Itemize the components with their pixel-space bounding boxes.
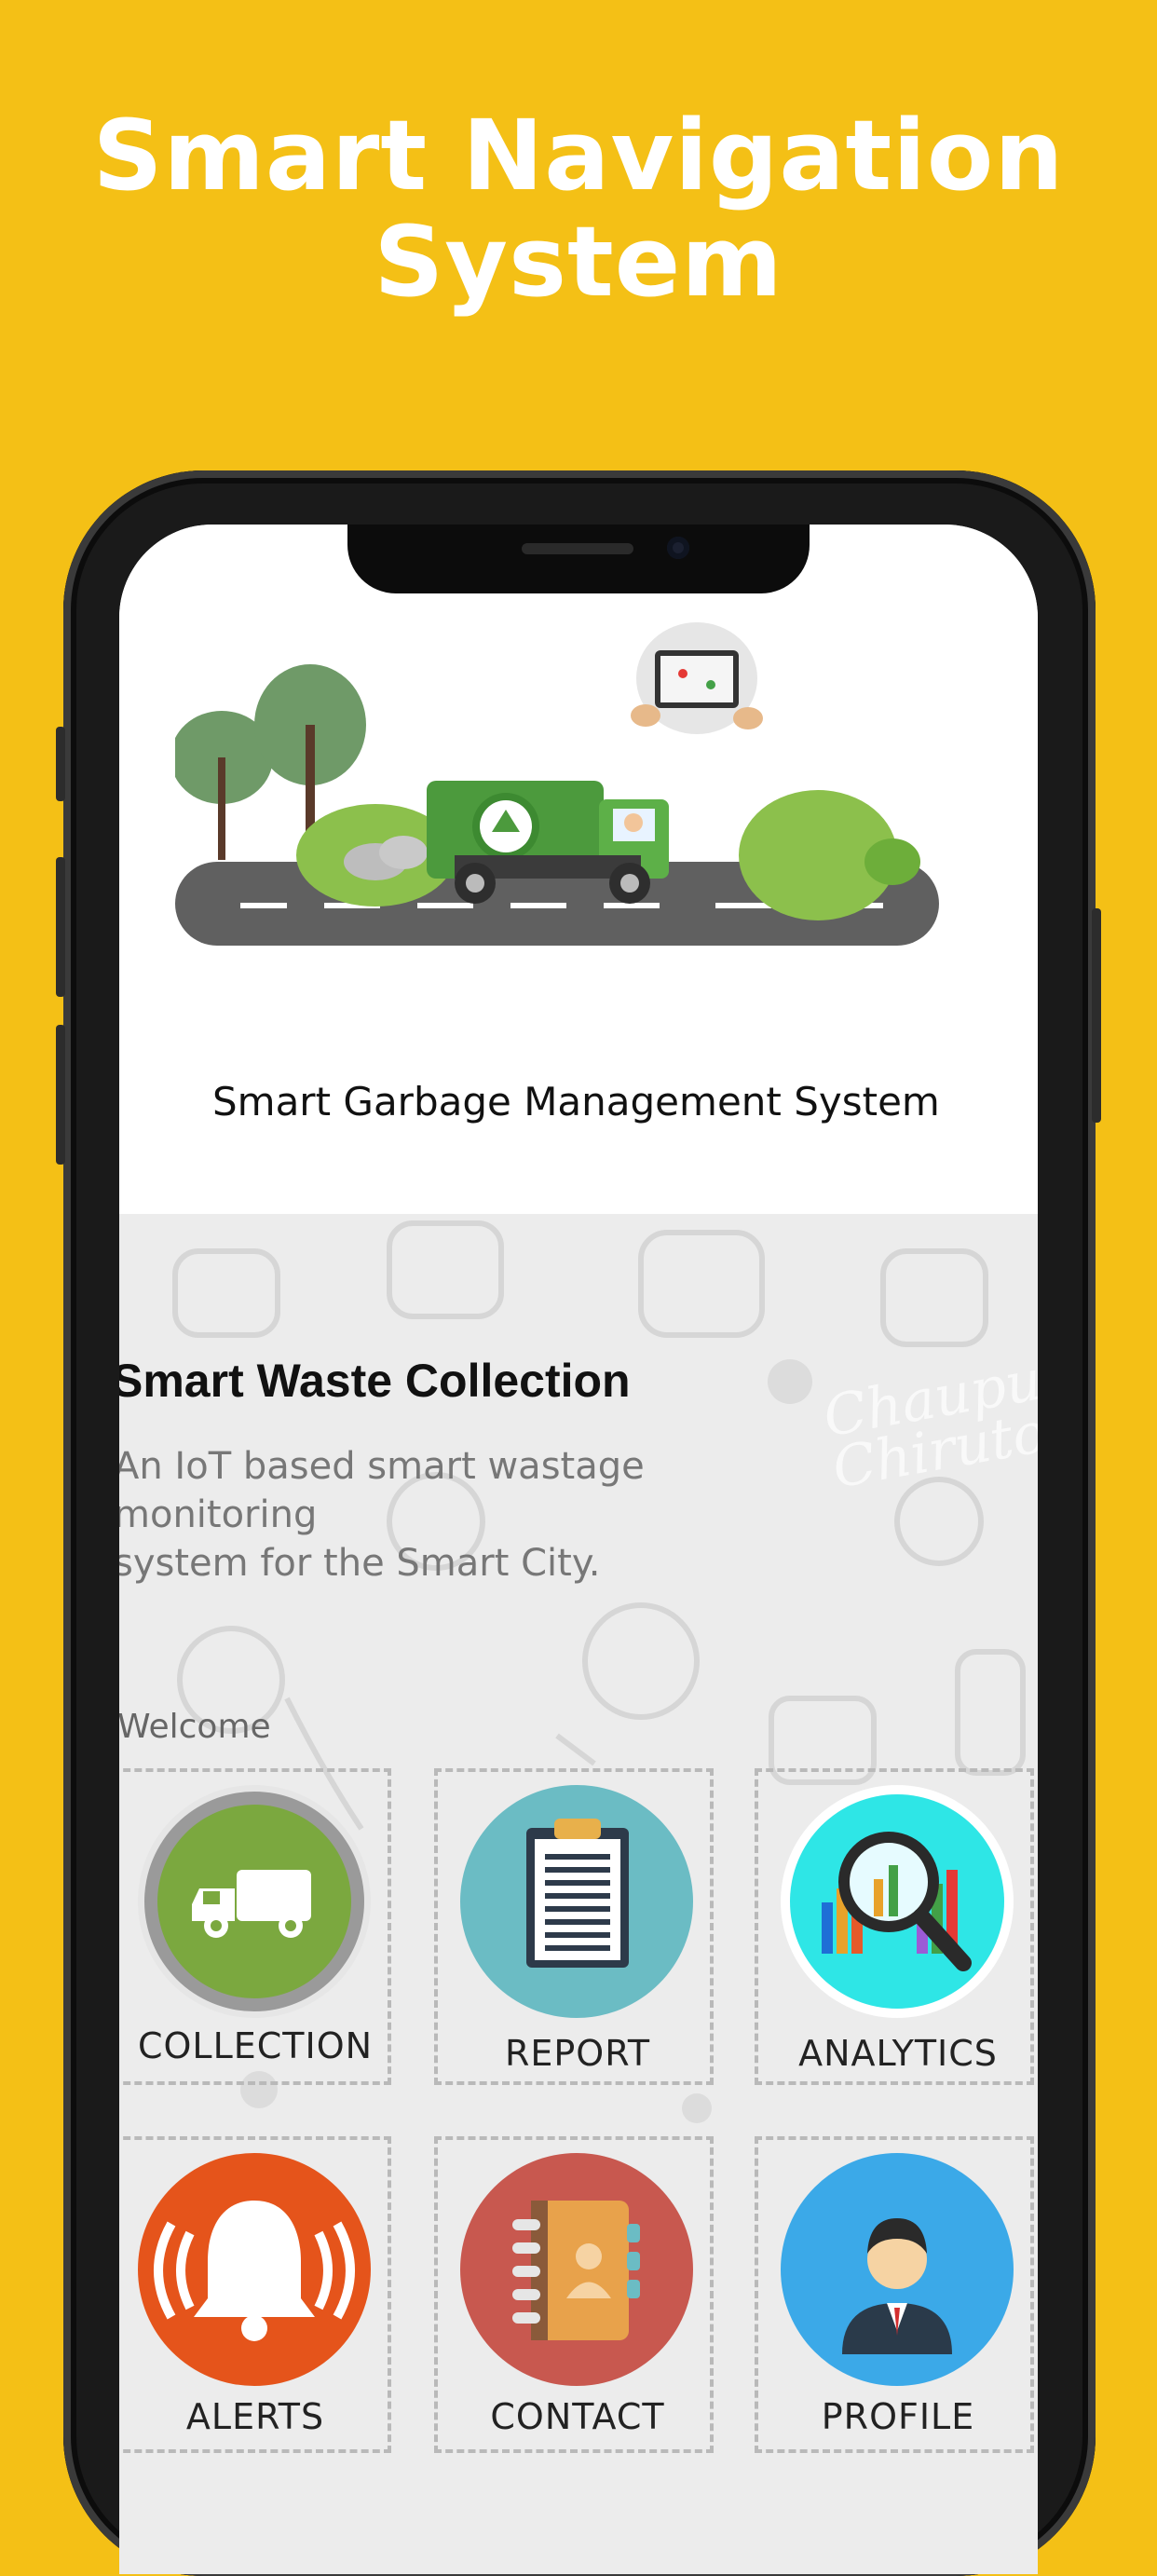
promo-title-line2: System — [374, 205, 783, 319]
menu-label-report: REPORT — [504, 2033, 651, 2074]
menu-grid: COLLECTION REPORT ANALYTICS ALERTS CONTA… — [119, 1768, 1038, 2574]
header-area: Smart Garbage Management System — [119, 525, 1038, 1214]
menu-tile-report[interactable]: REPORT — [434, 1768, 714, 2085]
user-icon — [781, 2153, 1014, 2386]
earpiece-speaker — [522, 543, 633, 554]
phone-side-button — [56, 1025, 65, 1165]
front-camera — [667, 537, 689, 559]
menu-label-collection: COLLECTION — [137, 2025, 374, 2066]
menu-tile-alerts[interactable]: ALERTS — [119, 2136, 391, 2453]
garbage-truck-illustration — [175, 622, 939, 946]
hero-description: An IoT based smart wastage monitoring sy… — [119, 1442, 859, 1588]
phone-side-button — [56, 857, 65, 997]
welcome-label: Welcome — [119, 1708, 271, 1746]
menu-tile-analytics[interactable]: ANALYTICS — [755, 1768, 1034, 2085]
menu-tile-profile[interactable]: PROFILE — [755, 2136, 1034, 2453]
menu-label-analytics: ANALYTICS — [798, 2033, 998, 2074]
truck-icon — [138, 1785, 371, 2018]
bell-icon — [138, 2153, 371, 2386]
app-screen: Smart Garbage Management System Chaupu C… — [119, 525, 1038, 2574]
phone-side-button — [56, 727, 65, 801]
menu-label-alerts: ALERTS — [185, 2396, 325, 2437]
hero-description-line1: An IoT based smart wastage monitoring — [119, 1445, 645, 1536]
promo-title-line1: Smart Navigation — [92, 99, 1065, 212]
promo-title: Smart Navigation System — [0, 102, 1157, 315]
header-title: Smart Garbage Management System — [212, 1079, 940, 1124]
phone-side-button — [1092, 908, 1101, 1123]
clipboard-icon — [460, 1785, 693, 2018]
menu-tile-collection[interactable]: COLLECTION — [119, 1768, 391, 2085]
menu-label-profile: PROFILE — [821, 2396, 975, 2437]
main-content: Chaupu Chiruto Smart Waste Collection An… — [119, 1214, 1038, 2574]
menu-tile-contact[interactable]: CONTACT — [434, 2136, 714, 2453]
hero-title: Smart Waste Collection — [119, 1355, 631, 1407]
phone-notch — [347, 525, 810, 593]
magnifier-chart-icon — [781, 1785, 1014, 2018]
hero-description-line2: system for the Smart City. — [119, 1542, 601, 1585]
address-book-icon — [460, 2153, 693, 2386]
menu-label-contact: CONTACT — [490, 2396, 665, 2437]
